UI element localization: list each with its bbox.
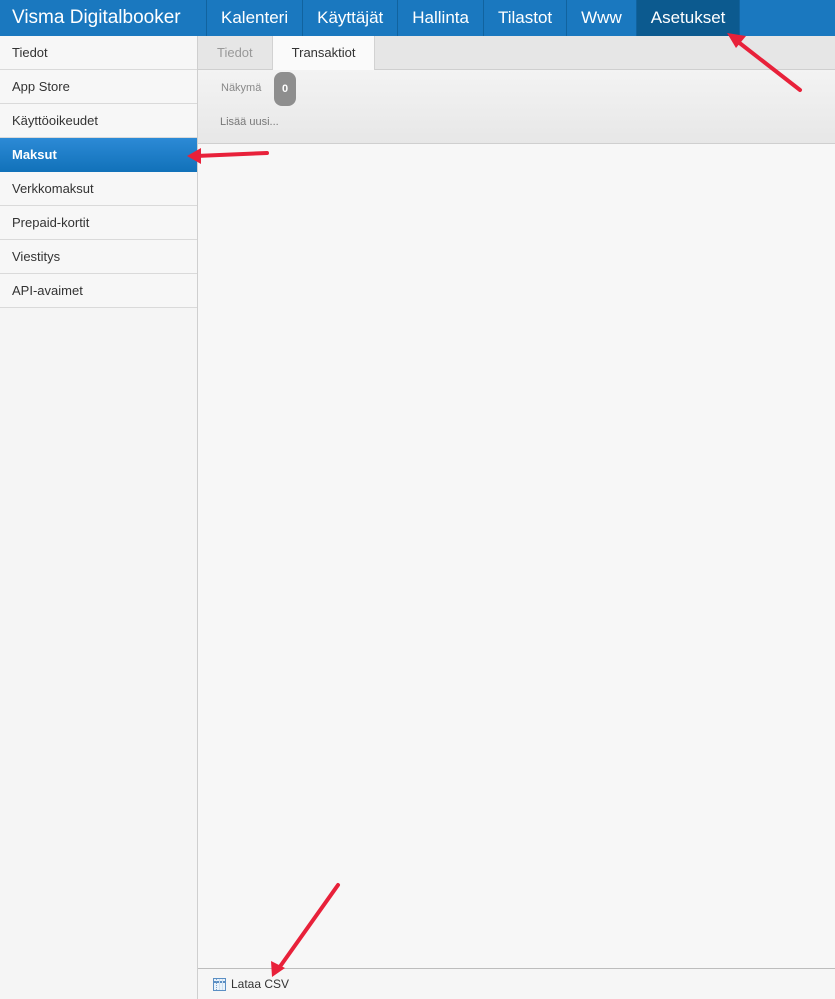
download-csv-label: Lataa CSV [231,977,290,991]
nav-item-kalenteri[interactable]: Kalenteri [207,0,304,36]
main-panel: Tiedot Transaktiot Näkymä 0 Lisää uusi..… [198,36,835,999]
tab-bar: Tiedot Transaktiot [198,36,835,71]
sidebar-item-viestitys[interactable]: Viestitys [0,240,197,274]
nav-item-www[interactable]: Www [567,0,637,36]
view-count-badge[interactable]: 0 [274,72,296,106]
tab-transaktiot[interactable]: Transaktiot [272,36,376,71]
spreadsheet-icon [213,977,226,991]
sidebar-item-maksut[interactable]: Maksut [0,138,197,172]
nav-item-asetukset[interactable]: Asetukset [636,0,741,36]
view-label: Näkymä [221,82,262,94]
sidebar-item-api-avaimet[interactable]: API-avaimet [0,274,197,308]
sidebar-item-prepaid-kortit[interactable]: Prepaid-kortit [0,206,197,240]
download-csv-link[interactable]: Lataa CSV [213,977,289,991]
nav-item-kayttajat[interactable]: Käyttäjät [303,0,399,36]
add-new-link[interactable]: Lisää uusi... [220,116,279,128]
sidebar-item-app-store[interactable]: App Store [0,70,197,104]
transactions-toolbar: Näkymä 0 Lisää uusi... [198,70,835,144]
app-brand[interactable]: Visma Digitalbooker [0,0,207,36]
nav-item-hallinta[interactable]: Hallinta [398,0,484,36]
settings-sidebar: Tiedot App Store Käyttöoikeudet Maksut V… [0,36,198,999]
transactions-content-area [198,144,835,968]
main-footer: Lataa CSV [198,968,835,999]
sidebar-item-verkkomaksut[interactable]: Verkkomaksut [0,172,197,206]
nav-item-tilastot[interactable]: Tilastot [484,0,568,36]
top-navigation-bar: Visma Digitalbooker Kalenteri Käyttäjät … [0,0,835,36]
tab-tiedot[interactable]: Tiedot [198,36,273,70]
sidebar-item-kayttooikeudet[interactable]: Käyttöoikeudet [0,104,197,138]
sidebar-item-tiedot[interactable]: Tiedot [0,36,197,70]
